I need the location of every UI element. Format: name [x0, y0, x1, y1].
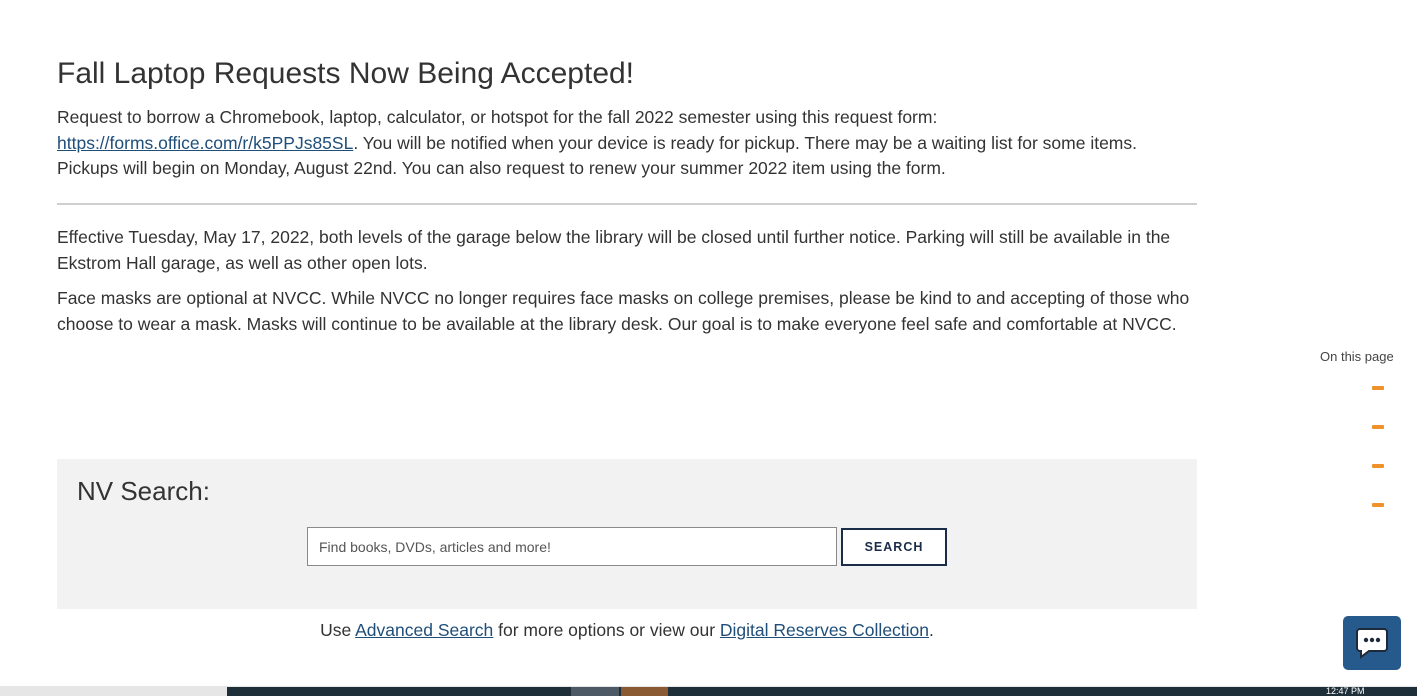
- search-input[interactable]: [307, 527, 837, 566]
- garage-notice: Effective Tuesday, May 17, 2022, both le…: [57, 227, 1171, 273]
- advanced-search-line: Use Advanced Search for more options or …: [57, 620, 1197, 641]
- chat-bubble-icon: [1356, 628, 1388, 659]
- toc-marker[interactable]: [1372, 464, 1384, 468]
- taskbar-app[interactable]: [571, 687, 619, 696]
- chat-button[interactable]: [1343, 616, 1401, 670]
- digital-reserves-link[interactable]: Digital Reserves Collection: [720, 620, 929, 640]
- advanced-middle: for more options or view our: [493, 620, 720, 640]
- masks-notice: Face masks are optional at NVCC. While N…: [57, 288, 1190, 334]
- search-button[interactable]: SEARCH: [841, 528, 947, 566]
- advanced-prefix: Use: [320, 620, 356, 640]
- toc-marker[interactable]: [1372, 503, 1384, 507]
- taskbar-app-active[interactable]: [621, 687, 668, 696]
- advanced-suffix: .: [929, 620, 934, 640]
- taskbar-clock: 12:47 PM: [1326, 686, 1365, 696]
- toc-marker[interactable]: [1372, 386, 1384, 390]
- laptop-text-before-link: Request to borrow a Chromebook, laptop, …: [57, 107, 938, 127]
- laptop-announcement-text: Request to borrow a Chromebook, laptop, …: [57, 105, 1197, 182]
- toc-marker[interactable]: [1372, 425, 1384, 429]
- search-heading: NV Search:: [77, 476, 210, 506]
- taskbar: 12:47 PM: [0, 686, 1417, 696]
- advanced-search-link[interactable]: Advanced Search: [355, 620, 493, 640]
- taskbar-band: [227, 687, 1417, 696]
- nv-search-panel: NV Search: SEARCH: [57, 459, 1197, 609]
- laptop-announcement-title: Fall Laptop Requests Now Being Accepted!: [57, 57, 635, 90]
- section-divider: [57, 203, 1197, 205]
- request-form-link[interactable]: https://forms.office.com/r/k5PPJs85SL: [57, 133, 353, 153]
- on-this-page-label: On this page: [1320, 349, 1394, 364]
